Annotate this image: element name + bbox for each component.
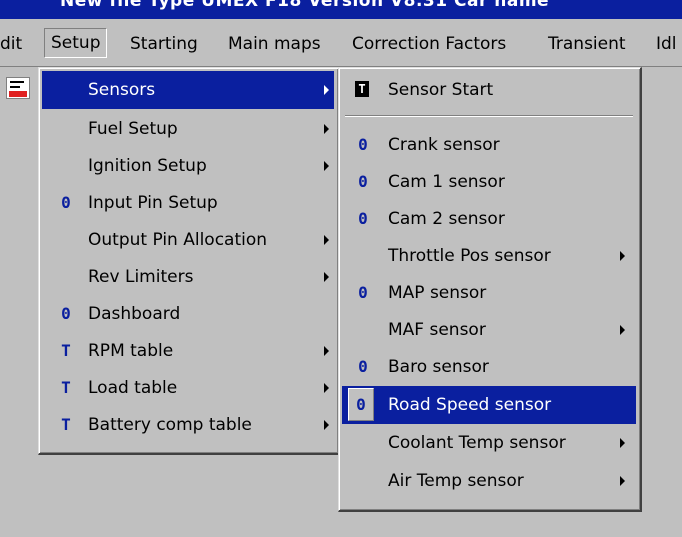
document-icon[interactable] (6, 77, 30, 99)
menu-item-load-table[interactable]: T Load table (42, 369, 334, 407)
zero-badge-icon: 0 (358, 172, 368, 191)
zero-badge-icon: 0 (358, 283, 368, 302)
menu-bar: dit Setup Starting Main maps Correction … (0, 19, 682, 67)
submenu-arrow-icon (620, 476, 625, 486)
menu-item-cam2-sensor[interactable]: 0 Cam 2 sensor (342, 200, 636, 238)
submenu-arrow-icon (324, 85, 329, 95)
submenu-arrow-icon (324, 420, 329, 430)
zero-badge-icon: 0 (61, 304, 71, 323)
menu-edit[interactable]: dit (0, 29, 22, 59)
menu-separator (345, 115, 633, 117)
menu-setup[interactable]: Setup (44, 28, 108, 58)
window-title: New file Type UMEX F18 Version V8.31 Car… (60, 0, 550, 11)
submenu-arrow-icon (620, 251, 625, 261)
menu-item-throttle-pos-sensor[interactable]: Throttle Pos sensor (342, 237, 636, 275)
zero-badge-icon: 0 (358, 135, 368, 154)
sensors-submenu: T Sensor Start 0 Crank sensor 0 Cam 1 se… (338, 67, 642, 512)
menu-item-rev-limiters[interactable]: Rev Limiters (42, 258, 334, 296)
submenu-arrow-icon (324, 124, 329, 134)
zero-badge-icon: 0 (358, 357, 368, 376)
sensor-start-icon: T (355, 81, 369, 97)
submenu-arrow-icon (324, 161, 329, 171)
menu-correction-factors[interactable]: Correction Factors (352, 29, 506, 59)
menu-item-battery-comp-table[interactable]: T Battery comp table (42, 406, 334, 444)
submenu-arrow-icon (620, 438, 625, 448)
menu-item-sensors[interactable]: Sensors (42, 71, 334, 109)
submenu-arrow-icon (324, 346, 329, 356)
menu-item-maf-sensor[interactable]: MAF sensor (342, 311, 636, 349)
menu-item-crank-sensor[interactable]: 0 Crank sensor (342, 126, 636, 164)
title-bar: New file Type UMEX F18 Version V8.31 Car… (0, 0, 682, 19)
submenu-arrow-icon (324, 235, 329, 245)
menu-starting[interactable]: Starting (130, 29, 198, 59)
menu-item-road-speed-sensor[interactable]: 0 Road Speed sensor (342, 386, 636, 424)
setup-dropdown: Sensors Fuel Setup Ignition Setup 0 Inpu… (38, 67, 340, 455)
table-t-icon: T (61, 415, 71, 434)
menu-item-map-sensor[interactable]: 0 MAP sensor (342, 274, 636, 312)
menu-item-output-pin-allocation[interactable]: Output Pin Allocation (42, 221, 334, 259)
menu-item-air-temp-sensor[interactable]: Air Temp sensor (342, 462, 636, 500)
menu-main-maps[interactable]: Main maps (228, 29, 321, 59)
menu-item-dashboard[interactable]: 0 Dashboard (42, 295, 334, 333)
menu-item-ignition-setup[interactable]: Ignition Setup (42, 147, 334, 185)
table-t-icon: T (61, 378, 71, 397)
menu-idle[interactable]: Idl (656, 29, 677, 59)
zero-badge-icon: 0 (61, 193, 71, 212)
submenu-arrow-icon (324, 272, 329, 282)
menu-item-sensor-start[interactable]: T Sensor Start (342, 71, 636, 109)
menu-item-input-pin-setup[interactable]: 0 Input Pin Setup (42, 184, 334, 222)
menu-item-baro-sensor[interactable]: 0 Baro sensor (342, 348, 636, 386)
submenu-arrow-icon (324, 383, 329, 393)
zero-badge-icon: 0 (356, 395, 366, 414)
menu-item-rpm-table[interactable]: T RPM table (42, 332, 334, 370)
menu-transient[interactable]: Transient (548, 29, 626, 59)
table-t-icon: T (61, 341, 71, 360)
menu-item-fuel-setup[interactable]: Fuel Setup (42, 110, 334, 148)
submenu-arrow-icon (620, 325, 625, 335)
menu-item-coolant-temp-sensor[interactable]: Coolant Temp sensor (342, 424, 636, 462)
zero-badge-icon: 0 (358, 209, 368, 228)
menu-item-cam1-sensor[interactable]: 0 Cam 1 sensor (342, 163, 636, 201)
